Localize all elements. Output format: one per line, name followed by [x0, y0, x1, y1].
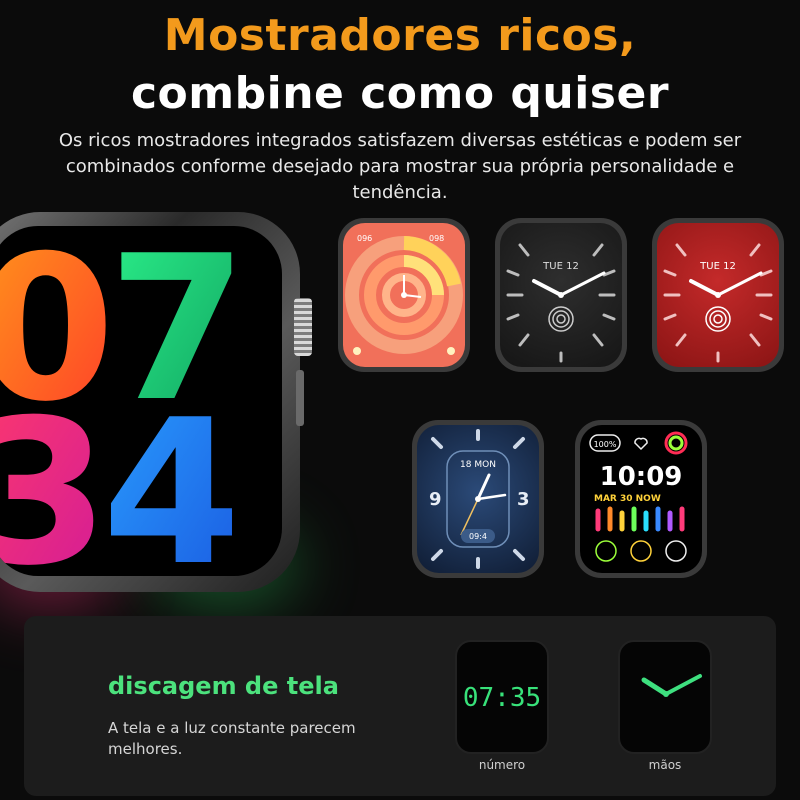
- hands-icon: [641, 674, 702, 697]
- description-text: Os ricos mostradores integrados satisfaz…: [58, 130, 742, 203]
- side-button: [296, 370, 304, 426]
- blue-face-date: 18 MON: [460, 460, 496, 470]
- big-digits-face: 0 7 3 4: [0, 226, 247, 576]
- coral-face-graphic: 096 098: [345, 234, 463, 355]
- dark-face-date: TUE 12: [542, 261, 579, 272]
- digit-4: 4: [102, 377, 241, 576]
- coral-right-label: 098: [429, 234, 444, 243]
- digital-face-graphic: 100% 10:09 MAR 30 NOW: [589, 431, 688, 562]
- digital-face-date: MAR 30 NOW: [594, 494, 661, 504]
- red-face-date: TUE 12: [699, 261, 736, 272]
- watch-face-coral[interactable]: 096 098: [343, 223, 465, 367]
- headline-line-1: Mostradores ricos,: [163, 10, 637, 61]
- watch-face-digital[interactable]: 100% 10:09 MAR 30 NOW: [580, 425, 702, 573]
- watch-face-dark[interactable]: TUE 12: [500, 223, 622, 367]
- dark-face-graphic: TUE 12: [506, 243, 616, 363]
- blue-face-bottom: 09:4: [469, 532, 487, 541]
- digital-face-time: 10:09: [600, 462, 683, 492]
- red-face-graphic: TUE 12: [663, 243, 773, 363]
- watch-face-blue[interactable]: 18 MON 09:4 9 3: [417, 425, 539, 573]
- dial-digital-time: 07:35: [462, 683, 542, 713]
- dial-option-hands[interactable]: [618, 640, 712, 754]
- dial-label-hands: mãos: [648, 758, 682, 772]
- dial-title: discagem de tela: [108, 672, 339, 700]
- blue-face-numeral-right: 3: [517, 489, 530, 510]
- headline-line-2: combine como quiser: [130, 68, 670, 119]
- digit-3: 3: [0, 377, 109, 576]
- dial-description: A tela e a luz constante parecem melhore…: [108, 719, 356, 758]
- blue-face-numeral-left: 9: [429, 489, 442, 510]
- digital-face-badge: 100%: [594, 440, 617, 449]
- big-watch-screen: 0 7 3 4: [0, 226, 282, 576]
- blue-face-graphic: 18 MON 09:4 9 3: [429, 429, 530, 569]
- digital-crown: [294, 298, 312, 356]
- dial-label-number: número: [478, 758, 526, 772]
- watch-face-red[interactable]: TUE 12: [657, 223, 779, 367]
- coral-left-label: 096: [357, 234, 372, 243]
